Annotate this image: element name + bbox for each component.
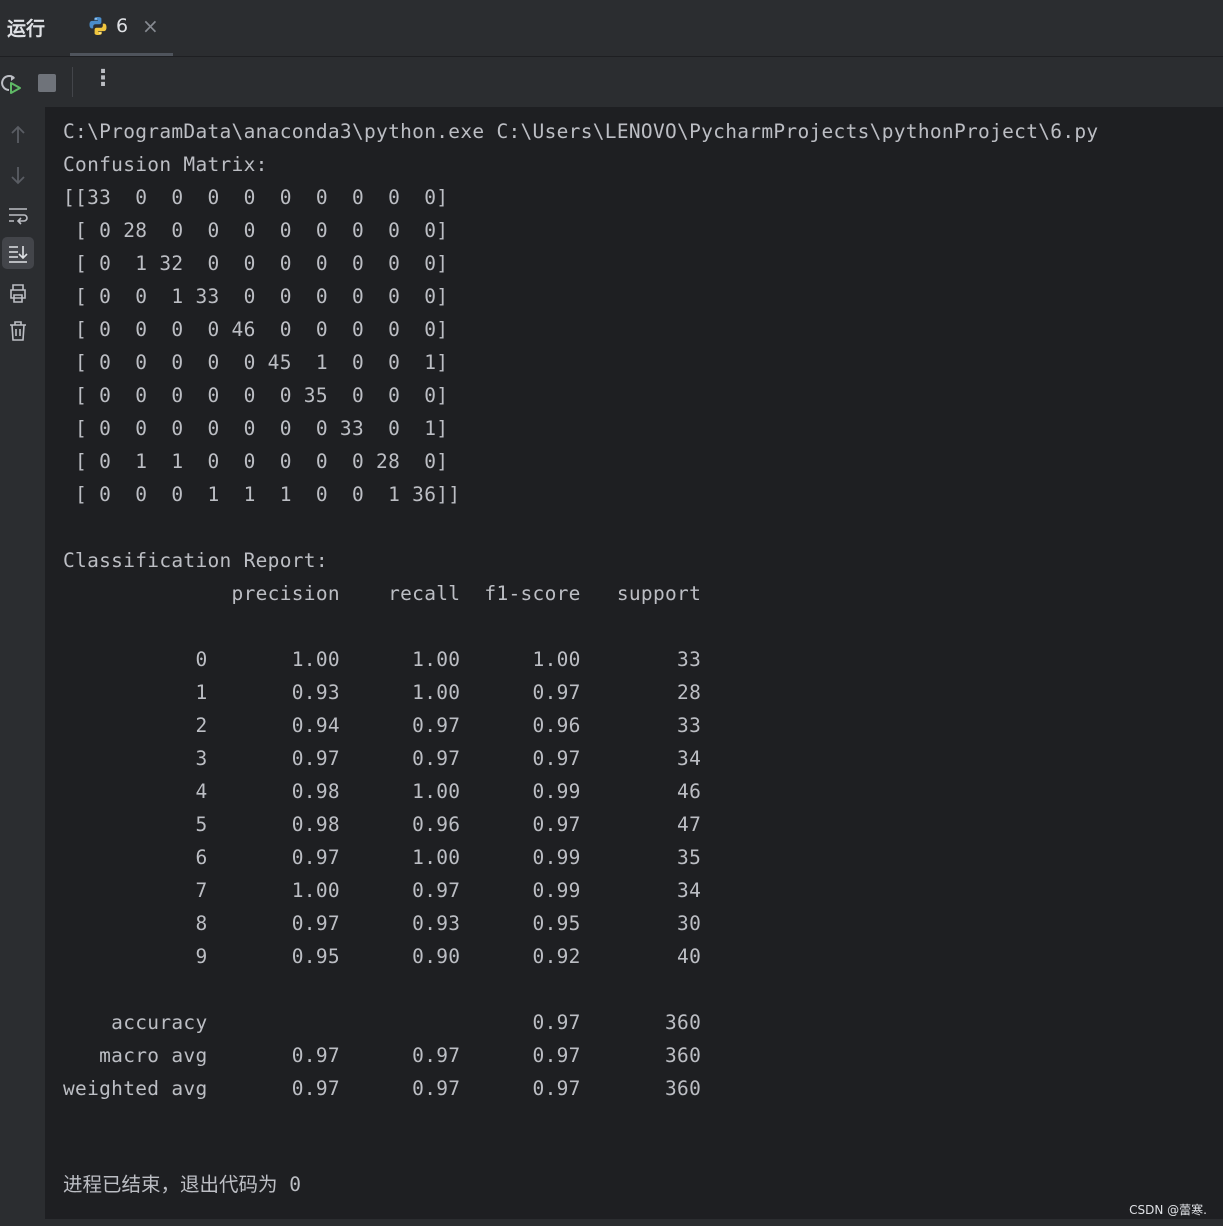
python-icon [89,17,107,35]
console-line: 5 0.98 0.96 0.97 47 [63,813,702,836]
console-line: accuracy 0.97 360 [63,1011,702,1034]
rerun-icon[interactable] [0,71,22,95]
exit-message: 进程已结束，退出代码为 0 [63,1173,301,1196]
console-line: [ 0 1 1 0 0 0 0 0 28 0] [63,450,449,473]
scroll-up-icon[interactable] [2,119,34,151]
console-line: weighted avg 0.97 0.97 0.97 360 [63,1077,702,1100]
console-line: 0 1.00 1.00 1.00 33 [63,648,702,671]
console-line: [ 0 0 0 0 0 0 0 33 0 1] [63,417,449,440]
active-tab-indicator [70,53,173,56]
console-line: 2 0.94 0.97 0.96 33 [63,714,702,737]
soft-wrap-icon[interactable] [2,199,34,231]
console-side-toolbar [0,107,45,1219]
console-line: 7 1.00 0.97 0.99 34 [63,879,702,902]
console-line: 1 0.93 1.00 0.97 28 [63,681,702,704]
tab-label: 6 [116,15,129,37]
tab-run-6[interactable]: 6 × [70,0,173,56]
print-icon[interactable] [2,277,34,309]
tool-window-header: 运行 6 × [0,0,1223,57]
console-line: [ 0 0 0 0 0 0 35 0 0 0] [63,384,449,407]
console-line: C:\ProgramData\anaconda3\python.exe C:\U… [63,120,1099,143]
console-output[interactable]: C:\ProgramData\anaconda3\python.exe C:\U… [45,107,1223,1219]
close-icon[interactable]: × [142,14,159,38]
watermark: CSDN @蕾寒. [1129,1203,1207,1217]
console-line: Confusion Matrix: [63,153,268,176]
console-line: 4 0.98 1.00 0.99 46 [63,780,702,803]
scroll-to-end-icon[interactable] [2,237,34,269]
run-toolbar: ⋮ [0,57,1223,107]
bottom-border [0,1219,1223,1226]
console-line: 9 0.95 0.90 0.92 40 [63,945,702,968]
console-line: [ 0 28 0 0 0 0 0 0 0 0] [63,219,449,242]
console-line: Classification Report: [63,549,328,572]
console-line: 8 0.97 0.93 0.95 30 [63,912,702,935]
console-line: [ 0 0 0 0 46 0 0 0 0 0] [63,318,449,341]
console-line: [ 0 0 0 1 1 1 0 0 1 36]] [63,483,461,506]
console-line: 3 0.97 0.97 0.97 34 [63,747,702,770]
stop-icon[interactable] [38,74,56,92]
console-line: [[33 0 0 0 0 0 0 0 0 0] [63,186,449,209]
run-tool-window-title: 运行 [7,18,46,40]
scroll-down-icon[interactable] [2,159,34,191]
trash-icon[interactable] [2,315,34,347]
console-line: precision recall f1-score support [63,582,702,605]
toolbar-divider [72,67,73,97]
console-line: [ 0 0 0 0 0 45 1 0 0 1] [63,351,449,374]
console-text: C:\ProgramData\anaconda3\python.exe C:\U… [63,115,1098,1105]
console-line: [ 0 1 32 0 0 0 0 0 0 0] [63,252,449,275]
console-line: 6 0.97 1.00 0.99 35 [63,846,702,869]
console-line: macro avg 0.97 0.97 0.97 360 [63,1044,702,1067]
console-line: [ 0 0 1 33 0 0 0 0 0 0] [63,285,449,308]
more-options-icon[interactable]: ⋮ [92,68,114,90]
